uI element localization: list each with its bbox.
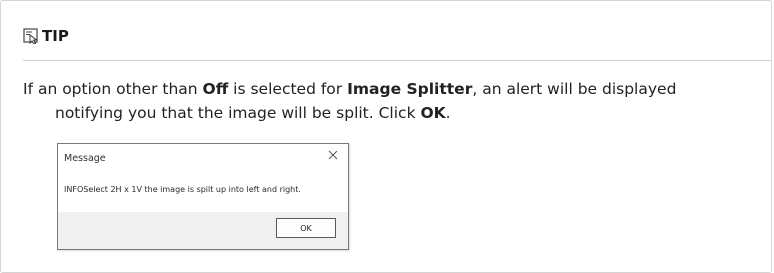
- dialog-title: Message: [64, 153, 106, 164]
- tip-bold-off: Off: [202, 80, 229, 98]
- tip-header: TIP: [23, 27, 69, 45]
- dialog-message: INFOSelect 2H x 1V the image is spilt up…: [64, 185, 301, 194]
- tip-text: is selected for: [228, 80, 348, 98]
- tip-text: , an alert will be displayed: [472, 80, 677, 98]
- close-icon[interactable]: [326, 147, 340, 163]
- ok-button[interactable]: OK: [276, 218, 336, 238]
- tip-line-1: If an option other than Off is selected …: [23, 77, 753, 101]
- tip-bold-image-splitter: Image Splitter: [347, 80, 473, 98]
- message-dialog-screenshot: Message INFOSelect 2H x 1V the image is …: [57, 143, 349, 250]
- tip-text: If an option other than: [23, 80, 203, 98]
- tip-body: If an option other than Off is selected …: [23, 77, 753, 125]
- tip-text: .: [445, 104, 451, 122]
- tip-bold-ok: OK: [420, 104, 446, 122]
- dialog-footer: OK: [58, 212, 348, 249]
- tip-box: TIP If an option other than Off is selec…: [0, 0, 772, 273]
- tip-divider: [23, 60, 771, 61]
- tip-heading: TIP: [42, 27, 69, 45]
- tip-text: notifying you that the image will be spl…: [55, 104, 421, 122]
- tip-line-2: notifying you that the image will be spl…: [23, 101, 753, 125]
- tip-pointer-icon: [23, 28, 39, 45]
